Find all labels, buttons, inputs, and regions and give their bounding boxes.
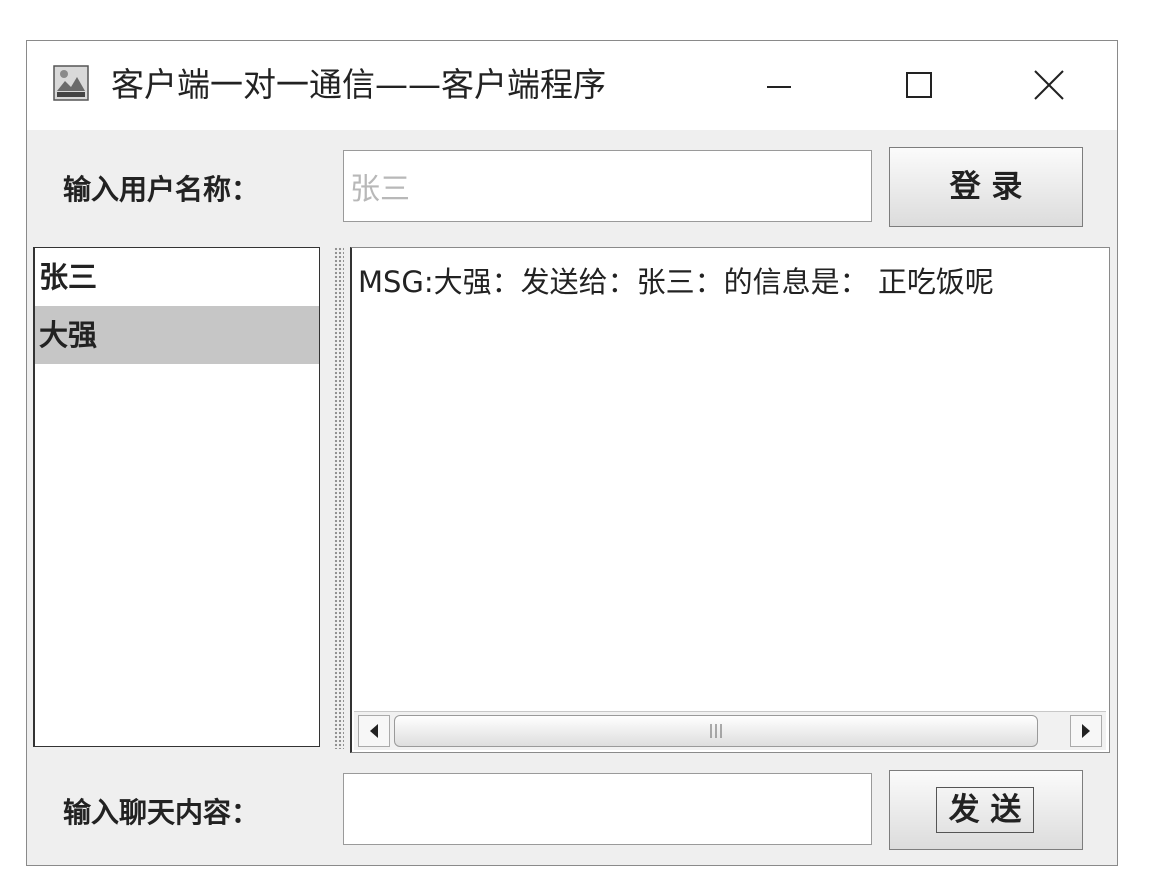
user-list-item[interactable]: 张三 xyxy=(35,248,319,306)
maximize-icon xyxy=(906,72,932,98)
app-icon xyxy=(53,65,89,101)
arrow-right-icon xyxy=(1082,724,1090,738)
user-list[interactable]: 张三 大强 xyxy=(33,247,320,747)
username-input[interactable] xyxy=(343,150,872,222)
scroll-left-button[interactable] xyxy=(358,715,390,747)
client-window: 客户端一对一通信——客户端程序 输入用户名称： 登 录 张三 大强 MSG:大强… xyxy=(26,40,1118,866)
minimize-button[interactable] xyxy=(749,55,809,115)
chat-label: 输入聊天内容： xyxy=(63,796,260,829)
minimize-icon xyxy=(767,86,791,88)
horizontal-scrollbar[interactable] xyxy=(354,711,1106,750)
username-label: 输入用户名称： xyxy=(63,173,260,206)
window-title: 客户端一对一通信——客户端程序 xyxy=(111,65,606,104)
chat-input[interactable] xyxy=(343,773,872,845)
close-button[interactable] xyxy=(1019,55,1079,115)
split-pane-divider[interactable] xyxy=(334,247,344,749)
message-panel[interactable]: MSG:大强：发送给：张三：的信息是： 正吃饭呢 xyxy=(350,247,1110,753)
user-list-item-selected[interactable]: 大强 xyxy=(35,306,319,364)
scrollbar-thumb[interactable] xyxy=(394,715,1038,747)
send-button-label: 发 送 xyxy=(936,787,1034,833)
arrow-left-icon xyxy=(370,724,378,738)
message-line: MSG:大强：发送给：张三：的信息是： 正吃饭呢 xyxy=(358,265,994,299)
close-icon xyxy=(1034,70,1064,100)
scroll-right-button[interactable] xyxy=(1070,715,1102,747)
maximize-button[interactable] xyxy=(889,55,949,115)
title-bar[interactable]: 客户端一对一通信——客户端程序 xyxy=(27,41,1117,130)
login-button[interactable]: 登 录 xyxy=(889,147,1083,227)
grip-icon xyxy=(710,724,722,738)
send-button[interactable]: 发 送 xyxy=(889,770,1083,850)
